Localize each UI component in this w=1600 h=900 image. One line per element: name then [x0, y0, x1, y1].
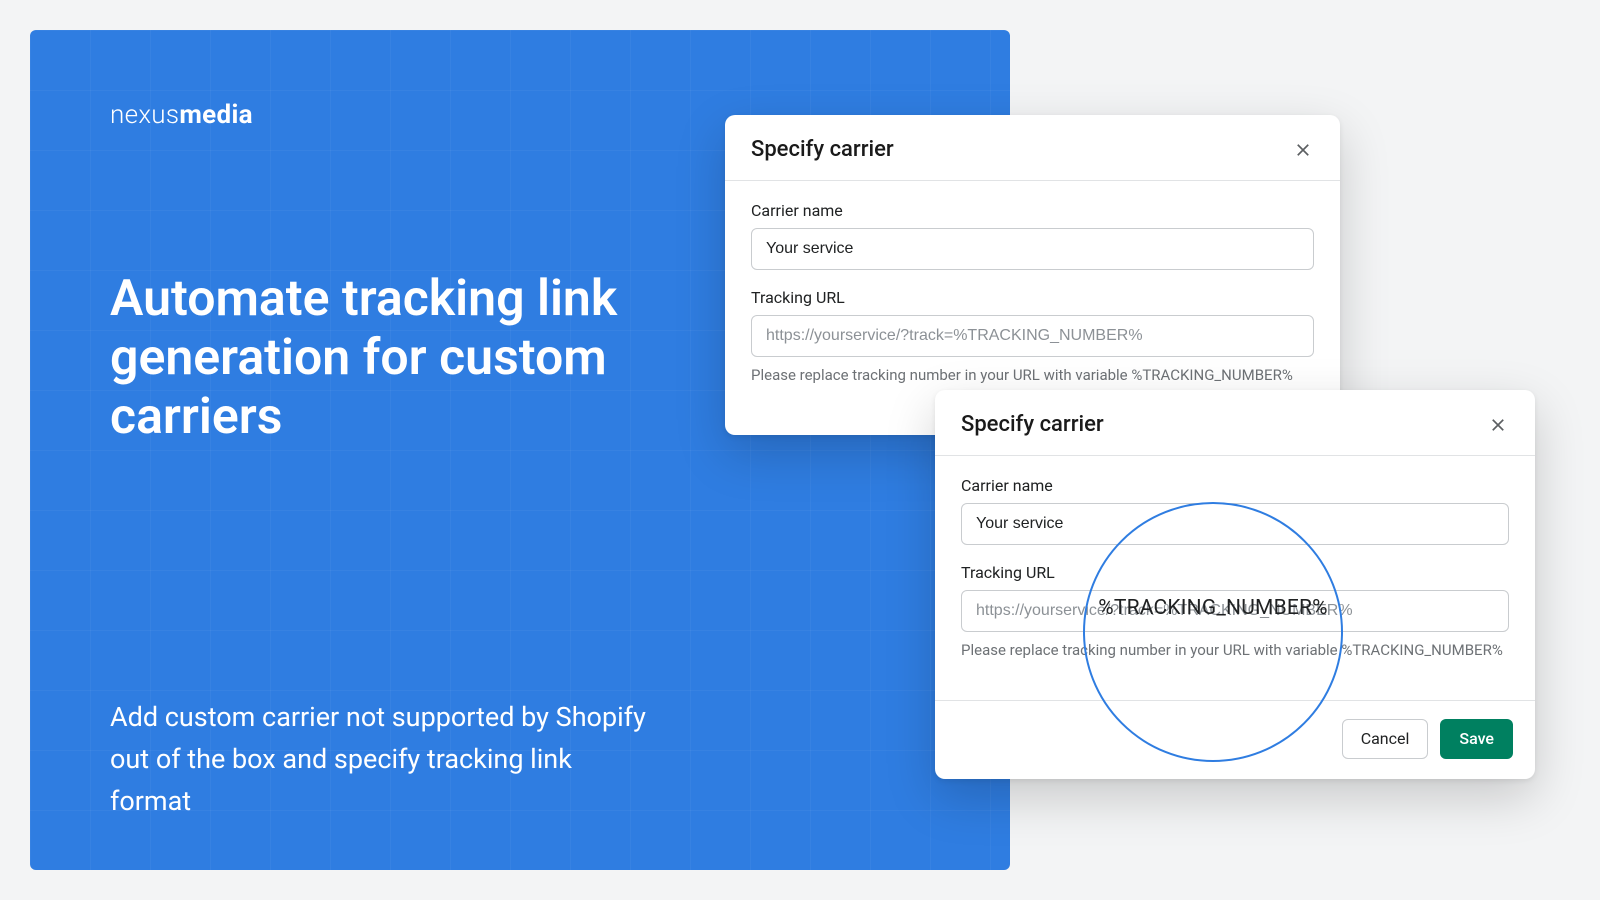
modal-body: Carrier name Tracking URL Please replace… [935, 456, 1535, 686]
modal-title: Specify carrier [751, 137, 894, 162]
tracking-url-input[interactable] [961, 590, 1509, 632]
cancel-button[interactable]: Cancel [1342, 719, 1429, 759]
tracking-url-field: Tracking URL Please replace tracking num… [961, 563, 1509, 662]
headline: Automate tracking link generation for cu… [110, 270, 730, 447]
tracking-url-label: Tracking URL [751, 288, 1314, 307]
tracking-url-help: Please replace tracking number in your U… [751, 365, 1314, 387]
tracking-url-input[interactable] [751, 315, 1314, 357]
modal-footer: Cancel Save [935, 700, 1535, 779]
carrier-name-input[interactable] [961, 503, 1509, 545]
carrier-name-input[interactable] [751, 228, 1314, 270]
brand-bold: media [179, 100, 253, 130]
close-icon[interactable] [1292, 139, 1314, 161]
specify-carrier-modal-back: Specify carrier Carrier name Tracking UR… [725, 115, 1340, 435]
subheadline: Add custom carrier not supported by Shop… [110, 697, 650, 823]
carrier-name-field: Carrier name [751, 201, 1314, 270]
tracking-url-field: Tracking URL Please replace tracking num… [751, 288, 1314, 387]
specify-carrier-modal-front: Specify carrier Carrier name Tracking UR… [935, 390, 1535, 779]
modal-header: Specify carrier [935, 390, 1535, 455]
tracking-url-help: Please replace tracking number in your U… [961, 640, 1509, 662]
modal-header: Specify carrier [725, 115, 1340, 180]
carrier-name-label: Carrier name [751, 201, 1314, 220]
modal-title: Specify carrier [961, 412, 1104, 437]
save-button[interactable]: Save [1440, 719, 1513, 759]
tracking-url-label: Tracking URL [961, 563, 1509, 582]
carrier-name-field: Carrier name [961, 476, 1509, 545]
close-icon[interactable] [1487, 414, 1509, 436]
carrier-name-label: Carrier name [961, 476, 1509, 495]
brand-light: nexus [110, 100, 179, 130]
